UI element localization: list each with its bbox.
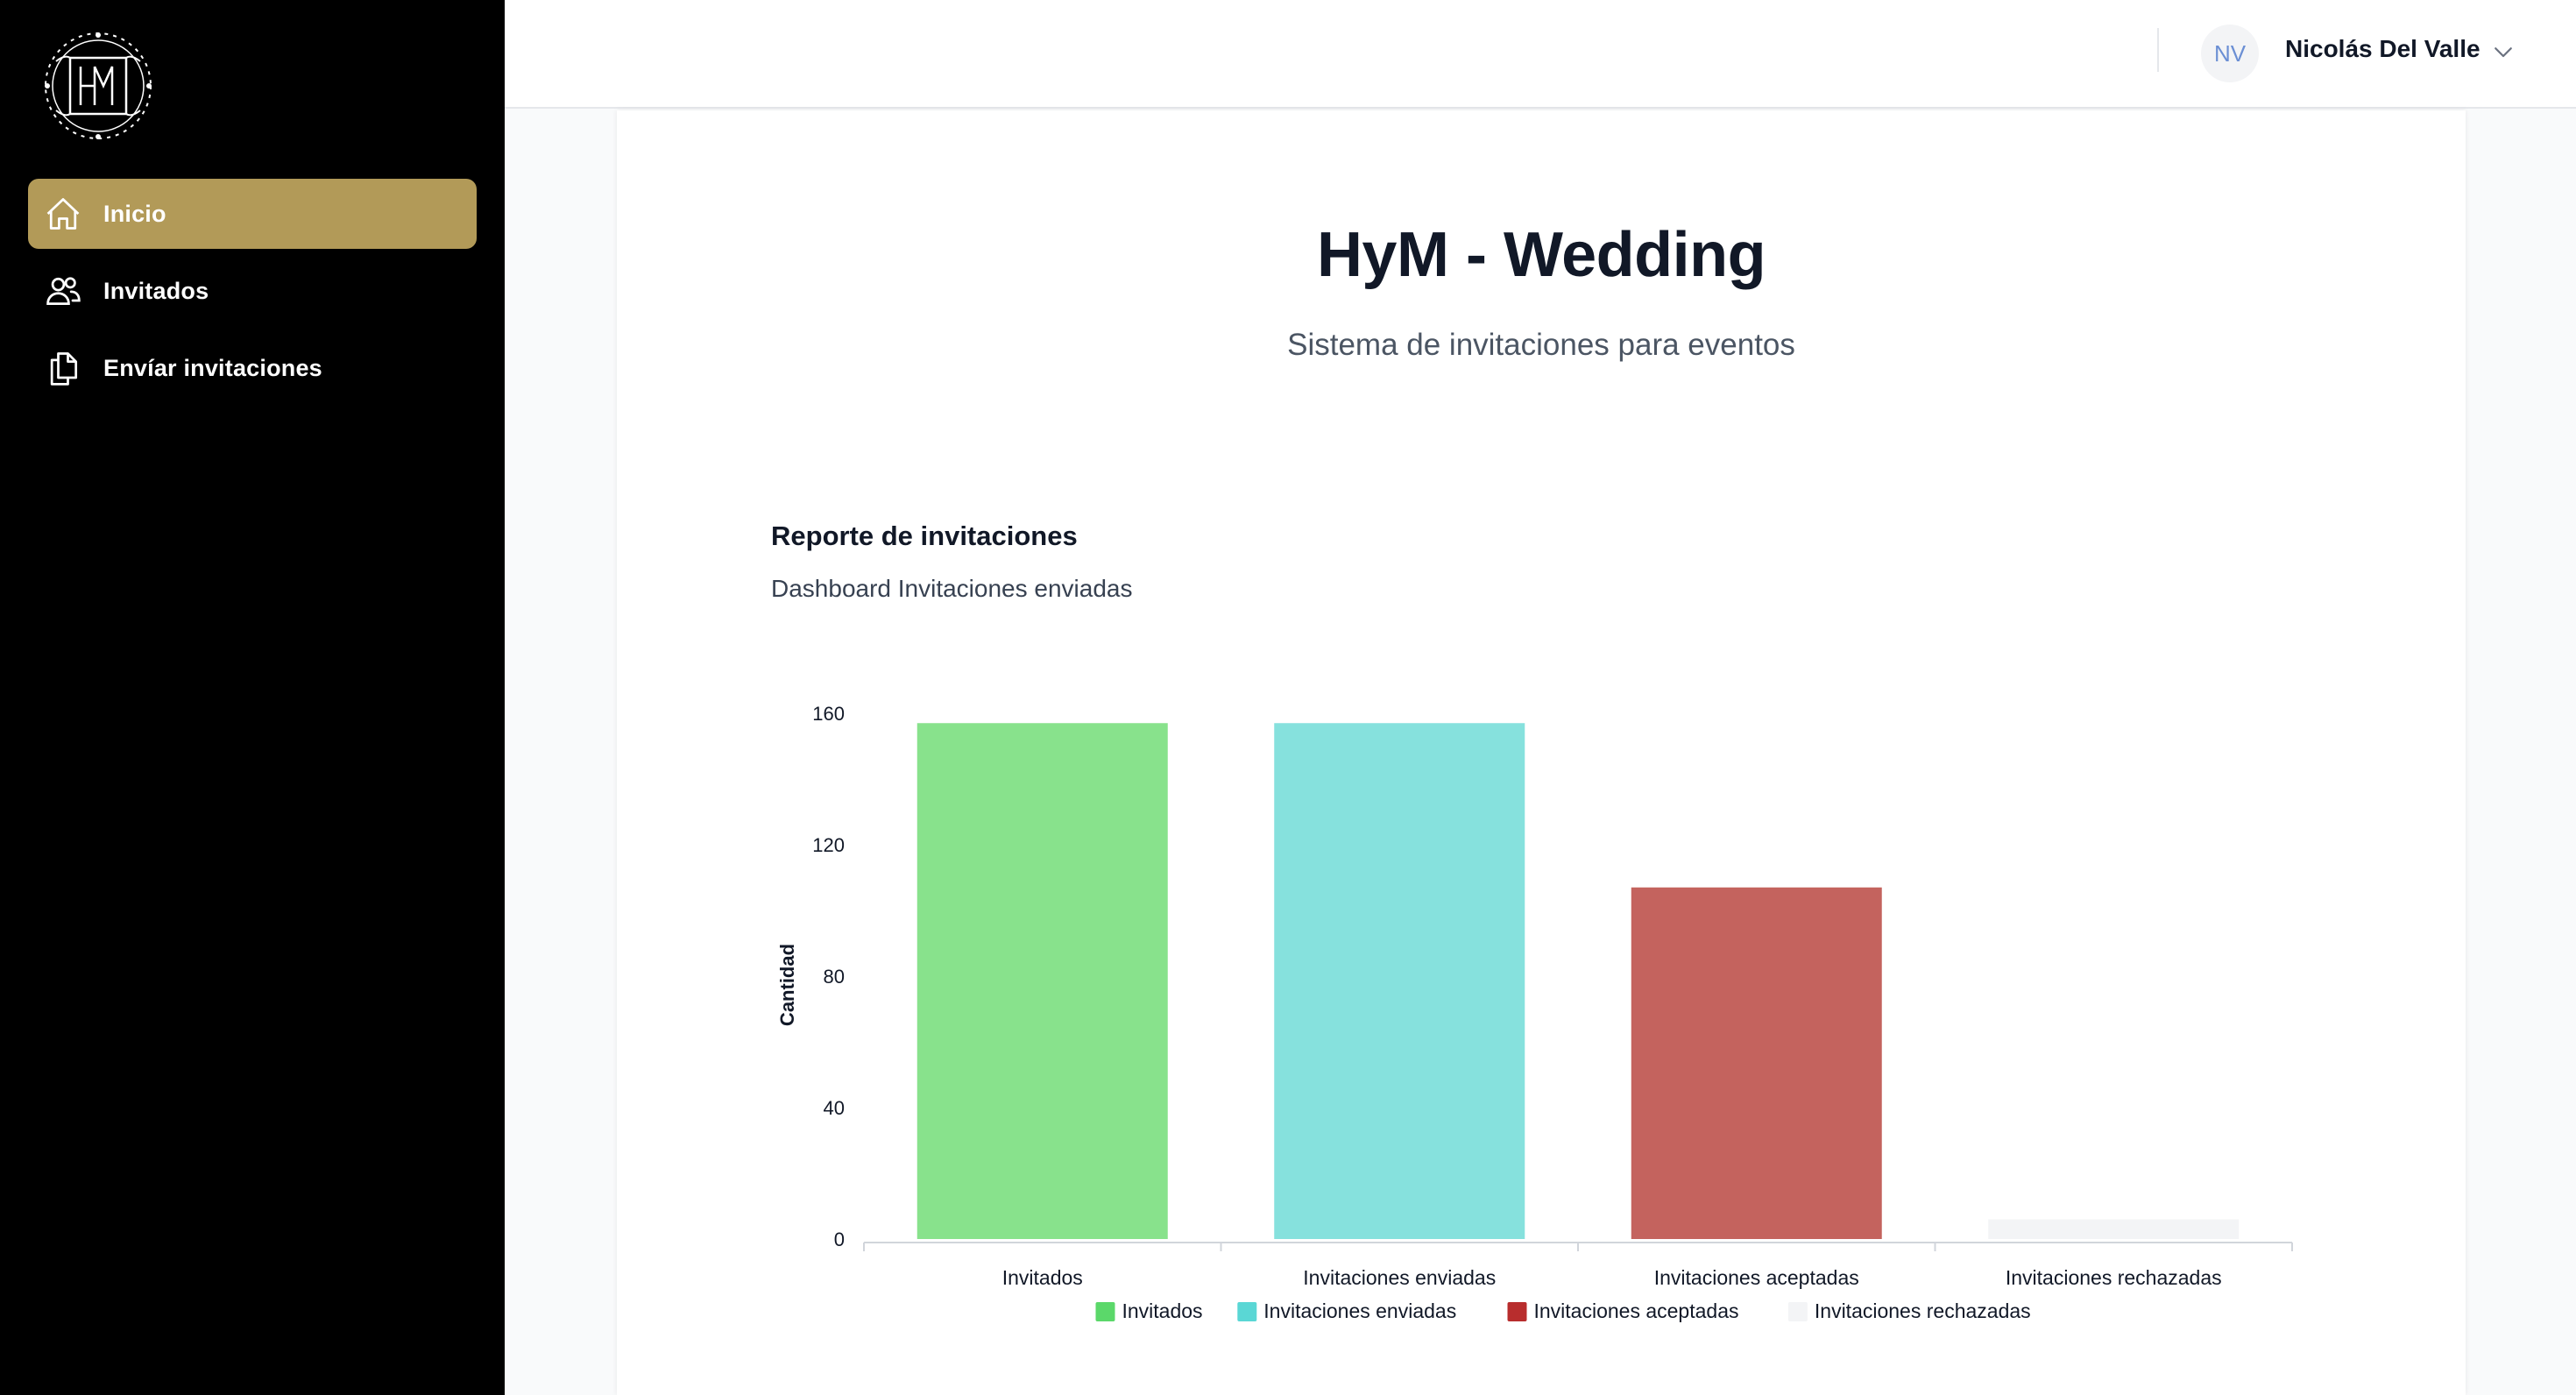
y-tick-label: 120	[812, 834, 845, 856]
y-axis-label: Cantidad	[776, 944, 798, 1026]
y-tick-label: 0	[834, 1229, 845, 1250]
bar-3	[1988, 1219, 2240, 1239]
bar-chart: 0 40 80 120 160 Cantidad Invitados Invitaciones…	[776, 703, 2293, 1322]
bar-0	[916, 723, 1168, 1239]
x-tick-label: Invitaciones aceptadas	[1654, 1266, 1859, 1289]
legend-swatch-0	[1095, 1302, 1115, 1321]
legend-label: Invitaciones rechazadas	[1815, 1299, 2031, 1322]
legend-swatch-2	[1507, 1302, 1527, 1321]
legend-swatch-3	[1787, 1302, 1808, 1321]
x-tick-label: Invitaciones enviadas	[1303, 1266, 1496, 1289]
bar-2	[1631, 887, 1882, 1239]
y-tick-label: 40	[824, 1097, 845, 1119]
x-tick-label: Invitaciones rechazadas	[2006, 1266, 2222, 1289]
legend-label: Invitados	[1122, 1299, 1203, 1322]
legend-swatch-1	[1237, 1302, 1257, 1321]
y-tick-label: 160	[812, 703, 845, 725]
legend-label: Invitaciones aceptadas	[1534, 1299, 1739, 1322]
y-tick-label: 80	[824, 966, 845, 988]
legend-label: Invitaciones enviadas	[1263, 1299, 1456, 1322]
x-tick-label: Invitados	[1002, 1266, 1083, 1289]
bar-1	[1274, 723, 1525, 1239]
